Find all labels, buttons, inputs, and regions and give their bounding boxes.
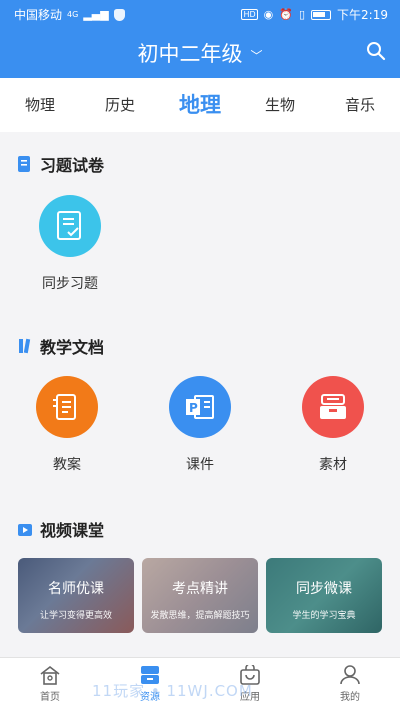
search-icon[interactable] — [366, 41, 386, 61]
courseware-button[interactable]: P 课件 — [150, 376, 250, 474]
grade-selector[interactable]: 初中二年级 ﹀ — [0, 38, 400, 68]
section-documents-title: 教学文档 — [18, 334, 104, 358]
shield-icon — [113, 8, 125, 21]
tab-geography[interactable]: 地理 — [160, 78, 240, 132]
lesson-plan-icon — [36, 376, 98, 438]
home-icon — [40, 665, 60, 685]
battery-icon — [311, 9, 332, 20]
svg-text:P: P — [189, 401, 198, 415]
video-icon — [18, 524, 32, 536]
ppt-icon: P — [169, 376, 231, 438]
user-icon — [340, 665, 360, 685]
clock: 下午2:19 — [337, 8, 388, 22]
subject-tabs: 物理 历史 地理 生物 音乐 — [0, 78, 400, 132]
nav-home[interactable]: 首页 — [0, 658, 100, 711]
carrier-label: 中国移动 — [14, 8, 63, 22]
chevron-down-icon: ﹀ — [250, 48, 263, 63]
materials-button[interactable]: 素材 — [283, 376, 383, 474]
vibrate-icon: ▯ — [298, 8, 306, 21]
alarm-icon: ⏰ — [279, 8, 293, 21]
grade-title: 初中二年级 — [137, 42, 243, 66]
signal-icon: ▂▄▆ — [83, 8, 109, 21]
video-card-key-points[interactable]: 考点精讲 发散思维，提高解题技巧 — [142, 558, 258, 633]
archive-icon — [302, 376, 364, 438]
tab-history[interactable]: 历史 — [80, 78, 160, 132]
status-bar: 中国移动 4G ▂▄▆ HD ◉ ⏰ ▯ 下午2:19 — [0, 0, 400, 26]
watermark-text: 11玩家 • 11WJ.COM — [92, 682, 253, 700]
hd-badge: HD — [241, 9, 258, 20]
section-videos-title: 视频课堂 — [18, 517, 104, 541]
eye-icon: ◉ — [263, 8, 274, 21]
network-type: 4G — [67, 9, 79, 19]
video-card-top-teachers[interactable]: 名师优课 让学习变得更高效 — [18, 558, 134, 633]
tab-physics[interactable]: 物理 — [0, 78, 80, 132]
app-header: 初中二年级 ﹀ — [0, 26, 400, 78]
video-card-micro-lessons[interactable]: 同步微课 学生的学习宝典 — [266, 558, 382, 633]
exam-icon — [18, 156, 30, 172]
sync-exercises-button[interactable]: 同步习题 — [20, 195, 120, 293]
books-icon — [19, 338, 31, 354]
nav-profile[interactable]: 我的 — [300, 658, 400, 711]
tab-biology[interactable]: 生物 — [240, 78, 320, 132]
section-exercises-title: 习题试卷 — [18, 152, 104, 176]
tab-music[interactable]: 音乐 — [320, 78, 400, 132]
lesson-plan-button[interactable]: 教案 — [17, 376, 117, 474]
checklist-icon — [39, 195, 101, 257]
